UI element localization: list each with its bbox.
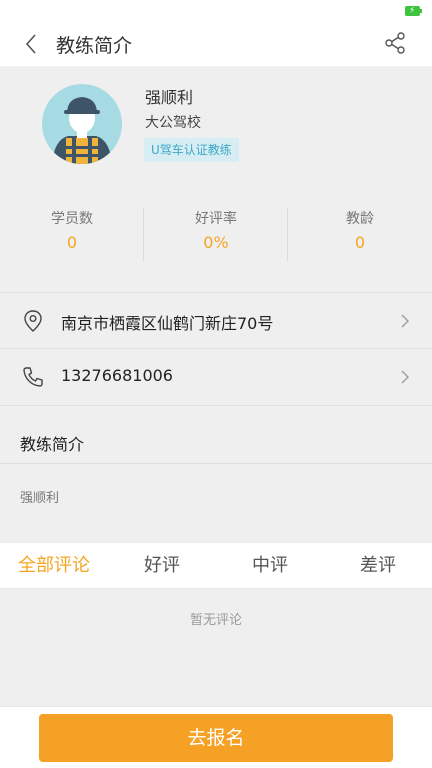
page-title: 教练简介 [56,35,133,57]
chevron-left-icon[interactable] [20,32,44,56]
battery-icon: ⚡ [405,6,422,16]
intro-title: 教练简介 [20,435,85,454]
coach-name: 强顺利 [145,88,194,107]
review-tabs: 全部评论 好评 中评 差评 [0,543,432,589]
stat-label: 教龄 [346,211,374,227]
location-pin-icon [24,310,42,332]
coach-avatar [42,84,122,164]
phone-row[interactable]: 13276681006 [0,349,432,406]
status-bar: ⚡ [0,0,432,22]
stat-value: 0 [66,233,78,252]
stat-value: 0 [354,233,366,252]
share-icon[interactable] [384,32,406,54]
signup-button[interactable]: 去报名 [39,714,393,762]
coach-profile: 强顺利 大公驾校 U驾车认证教练 学员数 0 好评率 0% 教龄 0 [0,66,432,278]
tab-positive-reviews[interactable]: 好评 [108,543,216,589]
chevron-right-icon [401,314,409,328]
stat-value: 0% [203,233,229,252]
tab-neutral-reviews[interactable]: 中评 [216,543,324,589]
coach-avatar-icon [52,97,112,164]
stat-label: 好评率 [195,211,237,227]
stat-experience: 教龄 0 [288,206,432,262]
certified-coach-badge: U驾车认证教练 [144,138,239,162]
stat-label: 学员数 [51,211,93,227]
address-text: 南京市栖霞区仙鹤门新庄70号 [61,314,274,333]
phone-text: 13276681006 [61,366,173,385]
stat-rating: 好评率 0% [144,206,288,262]
intro-body: 强顺利 [20,491,60,506]
tab-negative-reviews[interactable]: 差评 [324,543,432,589]
nav-bar: 教练简介 [0,22,432,66]
empty-reviews-text: 暂无评论 [189,613,242,628]
phone-icon [23,367,43,387]
contact-list: 南京市栖霞区仙鹤门新庄70号 13276681006 [0,292,432,406]
tab-all-reviews[interactable]: 全部评论 [0,543,108,589]
address-row[interactable]: 南京市栖霞区仙鹤门新庄70号 [0,292,432,349]
coach-stats: 学员数 0 好评率 0% 教龄 0 [0,206,432,262]
bottom-bar: 去报名 [0,706,432,768]
intro-section-header: 教练简介 [0,416,432,464]
coach-school: 大公驾校 [145,115,201,131]
stat-students: 学员数 0 [0,206,144,262]
chevron-right-icon [401,370,409,384]
